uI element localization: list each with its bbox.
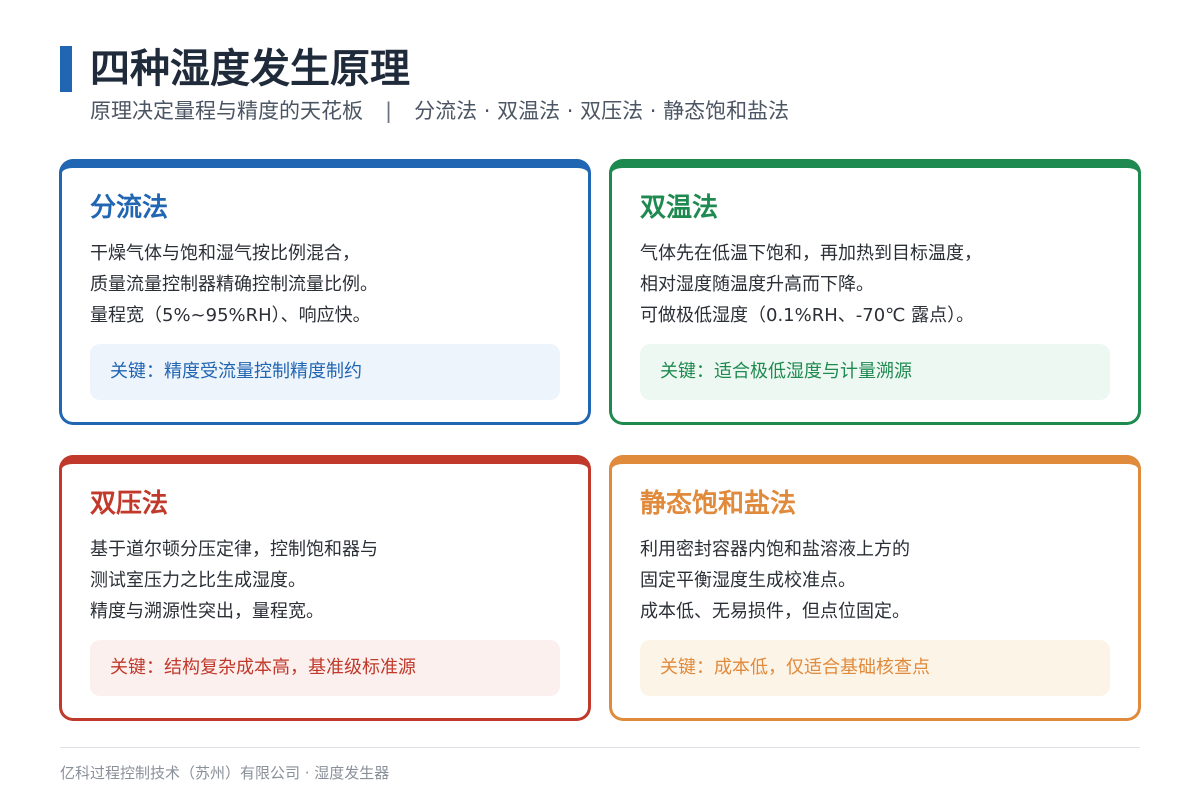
footer-divider	[60, 747, 1140, 748]
title-accent-bar	[60, 46, 72, 92]
page: 四种湿度发生原理 原理决定量程与精度的天花板 | 分流法 · 双温法 · 双压法 ·…	[0, 0, 1200, 800]
card-key-note: 关键：精度受流量控制精度制约	[90, 344, 560, 400]
card-line: 成本低、无易损件，但点位固定。	[640, 601, 910, 622]
card-line: 干燥气体与饱和湿气按比例混合，	[90, 243, 360, 264]
card-line: 量程宽（5%~95%RH）、响应快。	[90, 305, 371, 326]
card-split-flow: 分流法 干燥气体与饱和湿气按比例混合， 质量流量控制器精确控制流量比例。 量程宽…	[59, 159, 591, 425]
card-description: 基于道尔顿分压定律，控制饱和器与 测试室压力之比生成湿度。 精度与溯源性突出，量…	[90, 534, 570, 627]
card-title: 双温法	[640, 193, 719, 223]
card-key-note: 关键：成本低，仅适合基础核查点	[640, 640, 1110, 696]
card-line: 相对湿度随温度升高而下降。	[640, 274, 874, 295]
card-line: 气体先在低温下饱和，再加热到目标温度，	[640, 243, 982, 264]
card-title: 静态饱和盐法	[640, 489, 797, 519]
card-line: 利用密封容器内饱和盐溶液上方的	[640, 539, 910, 560]
card-line: 测试室压力之比生成湿度。	[90, 570, 306, 591]
card-line: 固定平衡湿度生成校准点。	[640, 570, 856, 591]
footer-text: 亿科过程控制技术（苏州）有限公司 · 湿度发生器	[60, 764, 390, 782]
card-key-note: 关键：结构复杂成本高，基准级标准源	[90, 640, 560, 696]
page-title: 四种湿度发生原理	[90, 46, 410, 92]
card-saturated-salt: 静态饱和盐法 利用密封容器内饱和盐溶液上方的 固定平衡湿度生成校准点。 成本低、…	[609, 455, 1141, 721]
card-line: 质量流量控制器精确控制流量比例。	[90, 274, 378, 295]
subtitle-left: 原理决定量程与精度的天花板	[90, 99, 363, 123]
card-two-pressure: 双压法 基于道尔顿分压定律，控制饱和器与 测试室压力之比生成湿度。 精度与溯源性…	[59, 455, 591, 721]
page-subtitle: 原理决定量程与精度的天花板 | 分流法 · 双温法 · 双压法 · 静态饱和盐法	[90, 96, 789, 126]
card-description: 利用密封容器内饱和盐溶液上方的 固定平衡湿度生成校准点。 成本低、无易损件，但点…	[640, 534, 1120, 627]
card-description: 干燥气体与饱和湿气按比例混合， 质量流量控制器精确控制流量比例。 量程宽（5%~…	[90, 238, 570, 331]
card-title: 分流法	[90, 193, 169, 223]
card-line: 基于道尔顿分压定律，控制饱和器与	[90, 539, 378, 560]
subtitle-separator: |	[385, 99, 393, 123]
card-line: 可做极低湿度（0.1%RH、-70℃ 露点）。	[640, 305, 975, 326]
card-title: 双压法	[90, 489, 169, 519]
card-line: 精度与溯源性突出，量程宽。	[90, 601, 324, 622]
card-key-note: 关键：适合极低湿度与计量溯源	[640, 344, 1110, 400]
subtitle-right: 分流法 · 双温法 · 双压法 · 静态饱和盐法	[414, 99, 790, 123]
card-two-temperature: 双温法 气体先在低温下饱和，再加热到目标温度， 相对湿度随温度升高而下降。 可做…	[609, 159, 1141, 425]
card-description: 气体先在低温下饱和，再加热到目标温度， 相对湿度随温度升高而下降。 可做极低湿度…	[640, 238, 1120, 331]
